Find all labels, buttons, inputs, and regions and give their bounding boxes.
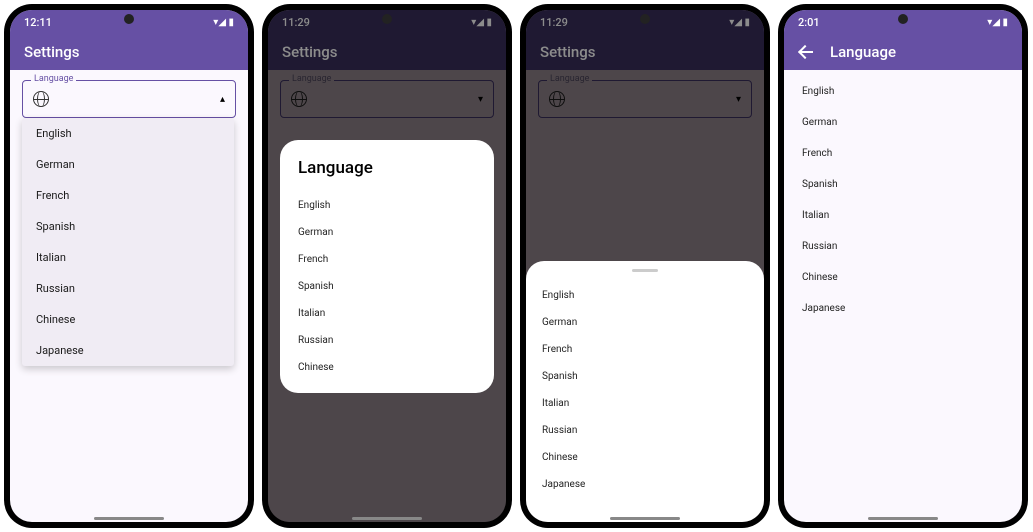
dropdown-item-french[interactable]: French [22, 180, 234, 211]
dialog-item-italian[interactable]: Italian [298, 300, 476, 327]
screen-4: 2:01 ▾◢ ▮ Language English German French… [784, 10, 1022, 522]
sheet-item-russian[interactable]: Russian [542, 417, 748, 444]
list-item-german[interactable]: German [784, 107, 1022, 138]
dropdown-item-russian[interactable]: Russian [22, 273, 234, 304]
appbar: Language [784, 34, 1022, 70]
dropdown-item-italian[interactable]: Italian [22, 242, 234, 273]
dialog-item-french[interactable]: French [298, 246, 476, 273]
list-item-french[interactable]: French [784, 138, 1022, 169]
clock: 12:11 [24, 16, 52, 29]
dialog-item-german[interactable]: German [298, 219, 476, 246]
back-arrow-icon[interactable] [798, 44, 814, 60]
appbar: Settings [10, 34, 248, 70]
language-dropdown: English German French Spanish Italian Ru… [22, 118, 234, 366]
content: Language ▴ English German French Spanish… [10, 70, 248, 128]
screen-1: 12:11 ▾◢ ▮ Settings Language ▴ English G… [10, 10, 248, 522]
phone-frame-1: 12:11 ▾◢ ▮ Settings Language ▴ English G… [4, 4, 254, 528]
list-item-chinese[interactable]: Chinese [784, 262, 1022, 293]
drag-handle[interactable] [632, 269, 658, 272]
sheet-item-chinese[interactable]: Chinese [542, 444, 748, 471]
page-title: Language [830, 43, 896, 61]
status-icons: ▾◢ ▮ [213, 17, 234, 28]
phone-frame-2: 11:29 ▾◢ ▮ Settings Language ▾ Language … [262, 4, 512, 528]
phone-frame-4: 2:01 ▾◢ ▮ Language English German French… [778, 4, 1028, 528]
dialog-item-english[interactable]: English [298, 192, 476, 219]
sheet-item-french[interactable]: French [542, 336, 748, 363]
status-icons: ▾◢ ▮ [987, 17, 1008, 28]
chevron-up-icon: ▴ [220, 94, 225, 105]
language-bottomsheet: English German French Spanish Italian Ru… [526, 261, 764, 522]
list-item-italian[interactable]: Italian [784, 200, 1022, 231]
clock: 2:01 [798, 16, 820, 29]
list-item-japanese[interactable]: Japanese [784, 293, 1022, 324]
dialog-title: Language [298, 158, 476, 178]
list-item-english[interactable]: English [784, 76, 1022, 107]
dialog-item-chinese[interactable]: Chinese [298, 354, 476, 381]
sheet-item-spanish[interactable]: Spanish [542, 363, 748, 390]
dropdown-item-english[interactable]: English [22, 118, 234, 149]
sheet-item-english[interactable]: English [542, 282, 748, 309]
dropdown-item-german[interactable]: German [22, 149, 234, 180]
phone-frame-3: 11:29 ▾◢ ▮ Settings Language ▾ English G… [520, 4, 770, 528]
list-item-russian[interactable]: Russian [784, 231, 1022, 262]
field-label: Language [31, 74, 76, 84]
language-list: English German French Spanish Italian Ru… [784, 70, 1022, 330]
language-dialog: Language English German French Spanish I… [280, 140, 494, 393]
sheet-item-german[interactable]: German [542, 309, 748, 336]
dialog-item-russian[interactable]: Russian [298, 327, 476, 354]
statusbar: 12:11 ▾◢ ▮ [10, 10, 248, 34]
dropdown-item-chinese[interactable]: Chinese [22, 304, 234, 335]
dialog-item-spanish[interactable]: Spanish [298, 273, 476, 300]
list-item-spanish[interactable]: Spanish [784, 169, 1022, 200]
sheet-item-italian[interactable]: Italian [542, 390, 748, 417]
page-title: Settings [24, 43, 80, 61]
screen-2: 11:29 ▾◢ ▮ Settings Language ▾ Language … [268, 10, 506, 522]
dropdown-item-japanese[interactable]: Japanese [22, 335, 234, 366]
statusbar: 2:01 ▾◢ ▮ [784, 10, 1022, 34]
sheet-item-japanese[interactable]: Japanese [542, 471, 748, 498]
dropdown-item-spanish[interactable]: Spanish [22, 211, 234, 242]
globe-icon [33, 91, 49, 107]
language-field[interactable]: Language ▴ [22, 80, 236, 118]
screen-3: 11:29 ▾◢ ▮ Settings Language ▾ English G… [526, 10, 764, 522]
